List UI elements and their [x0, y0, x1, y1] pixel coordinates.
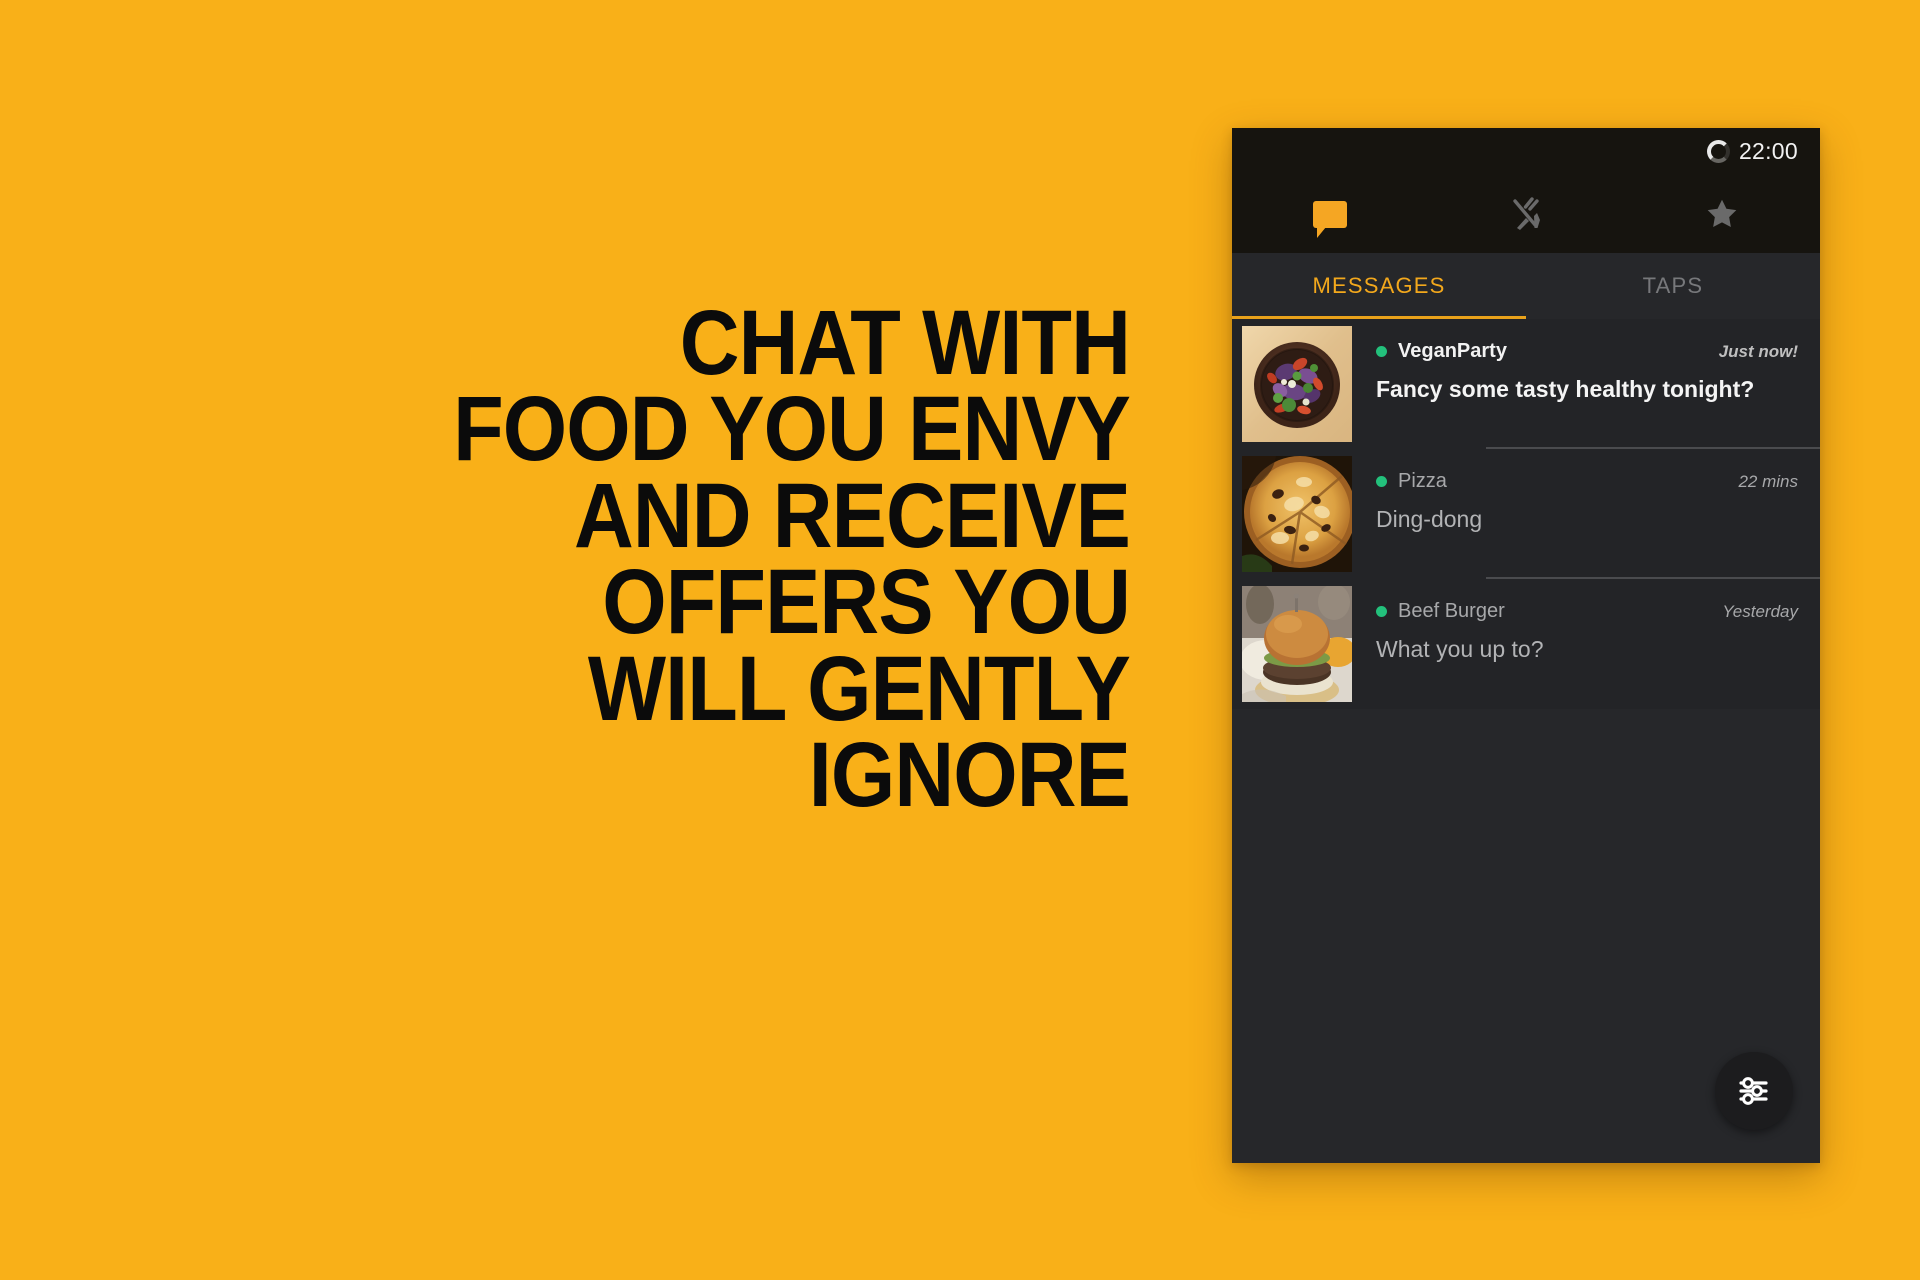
phone-mockup: 22:00 MESSAGES TAPS VeganParty Just now!…: [1232, 128, 1820, 1163]
message-timestamp: 22 mins: [1738, 471, 1798, 491]
message-timestamp: Yesterday: [1722, 601, 1798, 621]
loading-spinner-icon: [1706, 140, 1730, 163]
status-bar-time: 22:00: [1738, 138, 1798, 164]
tab-bar: MESSAGES TAPS: [1232, 253, 1820, 319]
nav-item-chat[interactable]: [1232, 175, 1428, 253]
headline-line-6: IGNORE: [808, 724, 1131, 827]
message-header: Beef Burger Yesterday: [1376, 600, 1798, 623]
message-preview: Fancy some tasty healthy tonight?: [1376, 376, 1755, 402]
status-bar: 22:00: [1232, 128, 1820, 175]
tab-taps[interactable]: TAPS: [1526, 273, 1820, 299]
table-row[interactable]: Beef Burger Yesterday What you up to?: [1232, 579, 1820, 709]
table-row[interactable]: VeganParty Just now! Fancy some tasty he…: [1232, 319, 1820, 449]
filter-fab-button[interactable]: [1715, 1052, 1793, 1130]
headline-line-3: AND RECEIVE: [573, 464, 1131, 567]
tab-messages[interactable]: MESSAGES: [1232, 273, 1526, 299]
sliders-filter-icon: [1734, 1071, 1774, 1111]
beef-burger-thumbnail: [1242, 586, 1352, 702]
cutlery-icon: [1506, 194, 1546, 234]
contact-name: VeganParty: [1398, 340, 1507, 362]
top-navigation-bar: [1232, 175, 1820, 253]
star-icon: [1704, 196, 1740, 232]
nav-item-favourites[interactable]: [1624, 175, 1820, 253]
headline-line-2: FOOD YOU ENVY: [453, 378, 1131, 481]
message-header: Pizza 22 mins: [1376, 470, 1798, 493]
message-header: VeganParty Just now!: [1376, 340, 1798, 363]
chat-bubble-icon: [1313, 200, 1347, 238]
nav-item-restaurants[interactable]: [1428, 175, 1624, 253]
message-preview: Ding-dong: [1376, 506, 1483, 532]
message-body: Pizza 22 mins Ding-dong: [1352, 456, 1820, 579]
contact-name: Pizza: [1398, 470, 1447, 492]
message-preview: What you up to?: [1376, 636, 1544, 662]
message-body: Beef Burger Yesterday What you up to?: [1352, 586, 1820, 709]
headline-line-1: CHAT WITH: [679, 292, 1131, 394]
message-list: VeganParty Just now! Fancy some tasty he…: [1232, 319, 1820, 709]
pizza-thumbnail: [1242, 456, 1352, 572]
online-status-dot: [1376, 606, 1387, 617]
online-status-dot: [1376, 476, 1387, 487]
page-title: CHAT WITH FOOD YOU ENVY AND RECEIVE OFFE…: [293, 292, 1131, 827]
headline-line-5: WILL GENTLY: [587, 637, 1131, 740]
salad-bowl-thumbnail: [1242, 326, 1352, 442]
contact-name: Beef Burger: [1398, 600, 1505, 622]
online-status-dot: [1376, 346, 1387, 357]
table-row[interactable]: Pizza 22 mins Ding-dong: [1232, 449, 1820, 579]
message-timestamp: Just now!: [1718, 341, 1798, 361]
message-body: VeganParty Just now! Fancy some tasty he…: [1352, 326, 1820, 449]
headline-line-4: OFFERS YOU: [602, 551, 1131, 654]
